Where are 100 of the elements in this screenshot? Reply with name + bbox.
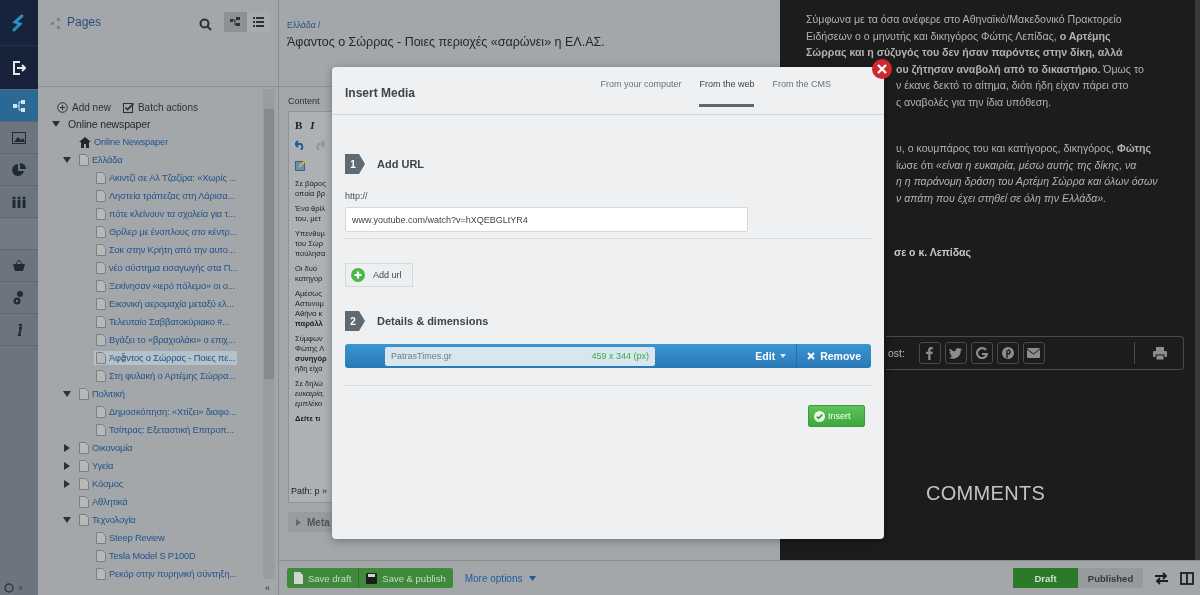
caret-icon xyxy=(528,575,536,581)
tree-item[interactable]: Βγάζει το «βραχιολάκι» ο επιχ... xyxy=(94,333,238,347)
collapse-toggle[interactable]: « xyxy=(265,583,270,595)
tree-item[interactable]: Ελλάδα xyxy=(77,153,125,167)
url-input-field[interactable]: www.youtube.com/watch?v=hXQEBGLtYR4 xyxy=(345,207,748,232)
source-tab[interactable]: From the CMS xyxy=(772,63,831,107)
tree-item[interactable]: Αθλητικά xyxy=(77,495,130,509)
pinterest-share-button[interactable] xyxy=(996,342,1019,364)
insert-button[interactable]: Insert xyxy=(808,405,865,427)
page-icon xyxy=(79,514,89,526)
bird-icon xyxy=(949,347,963,359)
breadcrumb-link[interactable]: Ελλάδα / xyxy=(287,20,321,30)
expanded-arrow-icon[interactable] xyxy=(63,156,71,164)
facebook-icon xyxy=(926,346,934,360)
page-icon xyxy=(79,460,89,472)
people-icon xyxy=(11,195,27,208)
sitemap-icon xyxy=(51,18,61,30)
bold-button[interactable]: B xyxy=(295,119,303,131)
media-name-field[interactable]: PatrasTimes.gr 459 x 344 (px) xyxy=(385,346,655,366)
tree-item[interactable]: Τεχνολογία xyxy=(77,513,138,527)
tree-item[interactable]: Στη φυλακή ο Αρτέμης Σώρρα... xyxy=(94,369,238,383)
tree-item[interactable]: Tesla Model S P100D xyxy=(94,549,198,563)
split-view-icon[interactable] xyxy=(1180,571,1194,585)
page-icon xyxy=(96,244,106,256)
tree-item[interactable]: Online Newspaper xyxy=(77,135,171,149)
printer-icon[interactable] xyxy=(1153,346,1167,360)
tree-item[interactable]: νέο σύστημα εισαγωγής στα Π... xyxy=(94,261,240,275)
undo-icon[interactable] xyxy=(295,140,306,150)
email-share-button[interactable] xyxy=(1022,342,1045,364)
tree-item[interactable]: Πολιτική xyxy=(77,387,127,401)
tree-item[interactable]: Σοκ στην Κρήτη από την αυτο... xyxy=(94,243,238,257)
twitter-share-button[interactable] xyxy=(944,342,967,364)
sitemap-icon xyxy=(12,98,26,113)
expanded-arrow-icon[interactable] xyxy=(63,516,71,524)
tree-item[interactable]: Δημοσκόπηση: «Χτίζει» διαφο... xyxy=(94,405,239,419)
article-subheading: σε ο κ. Λεπίδας xyxy=(893,246,972,258)
collapsed-arrow-icon[interactable] xyxy=(63,462,71,470)
scrollbar[interactable] xyxy=(263,89,275,579)
tree-item[interactable]: Τελευταίο Σαββατοκύριακο #... xyxy=(94,315,232,329)
facebook-share-button[interactable] xyxy=(918,342,941,364)
list-view-icon xyxy=(253,17,264,27)
source-tab[interactable]: From your computer xyxy=(600,63,682,107)
tree-item[interactable]: Οικονομία xyxy=(77,441,135,455)
more-options-link[interactable]: More options xyxy=(464,572,536,584)
plus-circle-icon xyxy=(57,101,68,113)
source-tab[interactable]: From the web xyxy=(699,63,755,107)
drag-handle-icon[interactable] xyxy=(122,353,125,363)
check-circle-icon xyxy=(814,410,825,422)
expanded-arrow-icon[interactable] xyxy=(63,390,71,398)
tree-item[interactable]: Online newspaper xyxy=(66,117,153,131)
google-share-button[interactable] xyxy=(970,342,993,364)
page-icon xyxy=(96,190,106,202)
tree-item[interactable]: Ξεκίνησαν «ιερό πόλεμο» οι ο... xyxy=(94,279,238,293)
view-mode-button[interactable] xyxy=(224,12,247,32)
page-icon xyxy=(96,208,106,220)
edit-note-icon[interactable] xyxy=(295,159,307,171)
expand-toggle[interactable]: » xyxy=(18,583,23,593)
version-tab[interactable]: Published xyxy=(1078,568,1143,588)
view-mode-button[interactable] xyxy=(247,12,270,32)
plus-circle-icon xyxy=(351,268,365,282)
tree-item[interactable]: Υγεία xyxy=(77,459,116,473)
edit-dropdown-button[interactable]: Edit xyxy=(745,344,797,368)
page-icon xyxy=(96,532,106,544)
add-new-button[interactable]: Add new xyxy=(57,99,111,115)
save-draft-button[interactable]: Save draft xyxy=(287,568,359,588)
search-icon[interactable] xyxy=(199,18,212,31)
tree-item[interactable]: Steep Review xyxy=(94,531,167,545)
page-icon xyxy=(79,388,89,400)
envelope-icon xyxy=(1027,348,1041,358)
page-icon xyxy=(79,478,89,490)
info-icon xyxy=(15,322,23,337)
tree-item[interactable]: Ακιντζί σε Αλ Τζαζίρα: «Χωρίς ... xyxy=(94,171,239,185)
save-publish-button[interactable]: Save & publish xyxy=(358,568,453,588)
collapsed-arrow-icon[interactable] xyxy=(63,480,71,488)
remove-button[interactable]: Remove xyxy=(796,344,871,368)
swap-arrows-icon[interactable] xyxy=(1155,571,1168,585)
tree-item[interactable]: Θρίλερ με ένοπλους στο κέντρ... xyxy=(94,225,239,239)
page-icon xyxy=(96,550,106,562)
step-title: Details & dimensions xyxy=(377,315,489,327)
italic-button[interactable]: I xyxy=(310,119,315,131)
caret-icon xyxy=(780,354,787,358)
collapsed-arrow-icon[interactable] xyxy=(63,444,71,452)
expanded-arrow-icon[interactable] xyxy=(52,120,60,128)
circle-icon[interactable] xyxy=(4,583,14,593)
page-icon xyxy=(96,172,106,184)
tree-item[interactable]: Ληστεία τράπεζας στη Λάρισα... xyxy=(94,189,237,203)
tree-item[interactable]: Άφαντος ο Σώρρας - Ποιες πε... xyxy=(94,351,238,365)
page-icon xyxy=(96,226,106,238)
tree-item[interactable]: Εικονική αερομαχία μεταξύ ελ... xyxy=(94,297,236,311)
element-path: Path: p » xyxy=(291,486,329,498)
close-icon[interactable] xyxy=(872,59,892,79)
checkbox-icon xyxy=(122,101,134,113)
tree-item[interactable]: Κόσμος xyxy=(77,477,126,491)
tree-item[interactable]: πότε κλείνουν τα σχολεία για τ... xyxy=(94,207,238,221)
tree-item[interactable]: Τσίπρας: Εξεταστική Επιτροπ... xyxy=(94,423,236,437)
version-tab[interactable]: Draft xyxy=(1013,568,1078,588)
add-url-button[interactable]: Add url xyxy=(345,263,413,287)
tree-item[interactable]: Ρεκόρ στην πυρηνική σύντηξη... xyxy=(94,567,239,581)
dialog-title: Insert Media xyxy=(345,86,417,100)
batch-actions-button[interactable]: Batch actions xyxy=(122,99,198,115)
